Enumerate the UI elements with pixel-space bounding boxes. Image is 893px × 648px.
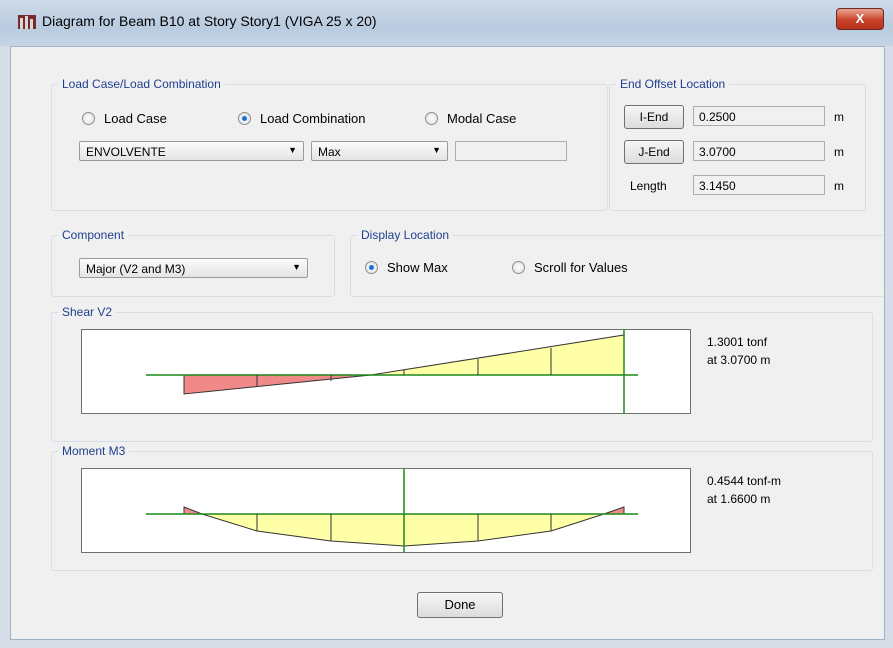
shear-diagram bbox=[81, 329, 691, 414]
result-type-select[interactable]: Max ▼ bbox=[311, 141, 448, 161]
close-button[interactable]: X bbox=[836, 8, 884, 30]
chevron-down-icon: ▼ bbox=[288, 145, 297, 155]
radio-scroll-values-dot bbox=[512, 261, 525, 274]
length-unit: m bbox=[834, 179, 844, 193]
shear-diagram-svg bbox=[146, 330, 638, 413]
done-button[interactable]: Done bbox=[417, 592, 503, 618]
shear-max-location: at 3.0700 m bbox=[707, 353, 771, 367]
moment-readout: 0.4544 tonf-m at 1.6600 m bbox=[707, 472, 781, 508]
display-location-legend: Display Location bbox=[357, 228, 454, 242]
display-location-group: Display Location Show Max Scroll for Val… bbox=[350, 228, 885, 297]
radio-modal-case-label: Modal Case bbox=[447, 111, 517, 126]
length-label: Length bbox=[630, 179, 667, 193]
step-field bbox=[455, 141, 567, 161]
j-end-value: 3.0700 bbox=[693, 141, 825, 161]
moment-negative-area-left bbox=[183, 506, 203, 515]
component-legend: Component bbox=[58, 228, 129, 242]
component-select[interactable]: Major (V2 and M3) ▼ bbox=[79, 258, 308, 278]
app-icon bbox=[18, 15, 36, 29]
radio-modal-case-dot bbox=[425, 112, 438, 125]
radio-load-combination-label: Load Combination bbox=[260, 111, 366, 126]
moment-positive-area bbox=[201, 513, 605, 547]
result-type-value: Max bbox=[318, 145, 341, 159]
dialog-body: Load Case/Load Combination Load Case Loa… bbox=[10, 46, 885, 640]
i-end-value: 0.2500 bbox=[693, 106, 825, 126]
length-value: 3.1450 bbox=[693, 175, 825, 195]
shear-readout: 1.3001 tonf at 3.0700 m bbox=[707, 333, 770, 369]
radio-load-combination-dot bbox=[238, 112, 251, 125]
j-end-unit: m bbox=[834, 145, 844, 159]
moment-group: Moment M3 0.4544 tonf-m at 1.6600 m bbox=[51, 444, 873, 571]
shear-group: Shear V2 1.3001 tonf at 3.0700 m bbox=[51, 305, 873, 442]
component-group: Component Major (V2 and M3) ▼ bbox=[51, 228, 335, 297]
radio-load-case[interactable]: Load Case bbox=[82, 111, 167, 126]
moment-legend: Moment M3 bbox=[58, 444, 130, 458]
radio-show-max-dot bbox=[365, 261, 378, 274]
shear-legend: Shear V2 bbox=[58, 305, 117, 319]
load-case-legend: Load Case/Load Combination bbox=[58, 77, 225, 91]
radio-scroll-values[interactable]: Scroll for Values bbox=[512, 260, 628, 275]
load-combination-select[interactable]: ENVOLVENTE ▼ bbox=[79, 141, 304, 161]
chevron-down-icon: ▼ bbox=[432, 145, 441, 155]
radio-show-max-label: Show Max bbox=[387, 260, 448, 275]
moment-max-value: 0.4544 tonf-m bbox=[707, 474, 782, 488]
load-combination-value: ENVOLVENTE bbox=[86, 145, 166, 159]
moment-max-location: at 1.6600 m bbox=[707, 492, 771, 506]
component-value: Major (V2 and M3) bbox=[86, 262, 186, 276]
radio-scroll-values-label: Scroll for Values bbox=[534, 260, 628, 275]
moment-negative-area-right bbox=[603, 506, 625, 515]
shear-negative-area bbox=[183, 374, 372, 395]
radio-load-case-dot bbox=[82, 112, 95, 125]
moment-diagram-svg bbox=[146, 469, 638, 552]
end-offset-group: End Offset Location I-End 0.2500 m J-End… bbox=[609, 77, 866, 211]
window-title: Diagram for Beam B10 at Story Story1 (VI… bbox=[42, 13, 377, 29]
moment-diagram bbox=[81, 468, 691, 553]
i-end-button[interactable]: I-End bbox=[624, 105, 684, 129]
i-end-unit: m bbox=[834, 110, 844, 124]
chevron-down-icon: ▼ bbox=[292, 262, 301, 272]
load-case-group: Load Case/Load Combination Load Case Loa… bbox=[51, 77, 608, 211]
shear-positive-area bbox=[370, 334, 625, 376]
end-offset-legend: End Offset Location bbox=[616, 77, 730, 91]
j-end-button[interactable]: J-End bbox=[624, 140, 684, 164]
radio-load-combination[interactable]: Load Combination bbox=[238, 111, 366, 126]
shear-max-value: 1.3001 tonf bbox=[707, 335, 768, 349]
radio-modal-case[interactable]: Modal Case bbox=[425, 111, 516, 126]
radio-load-case-label: Load Case bbox=[104, 111, 167, 126]
title-bar: Diagram for Beam B10 at Story Story1 (VI… bbox=[0, 0, 893, 46]
radio-show-max[interactable]: Show Max bbox=[365, 260, 448, 275]
